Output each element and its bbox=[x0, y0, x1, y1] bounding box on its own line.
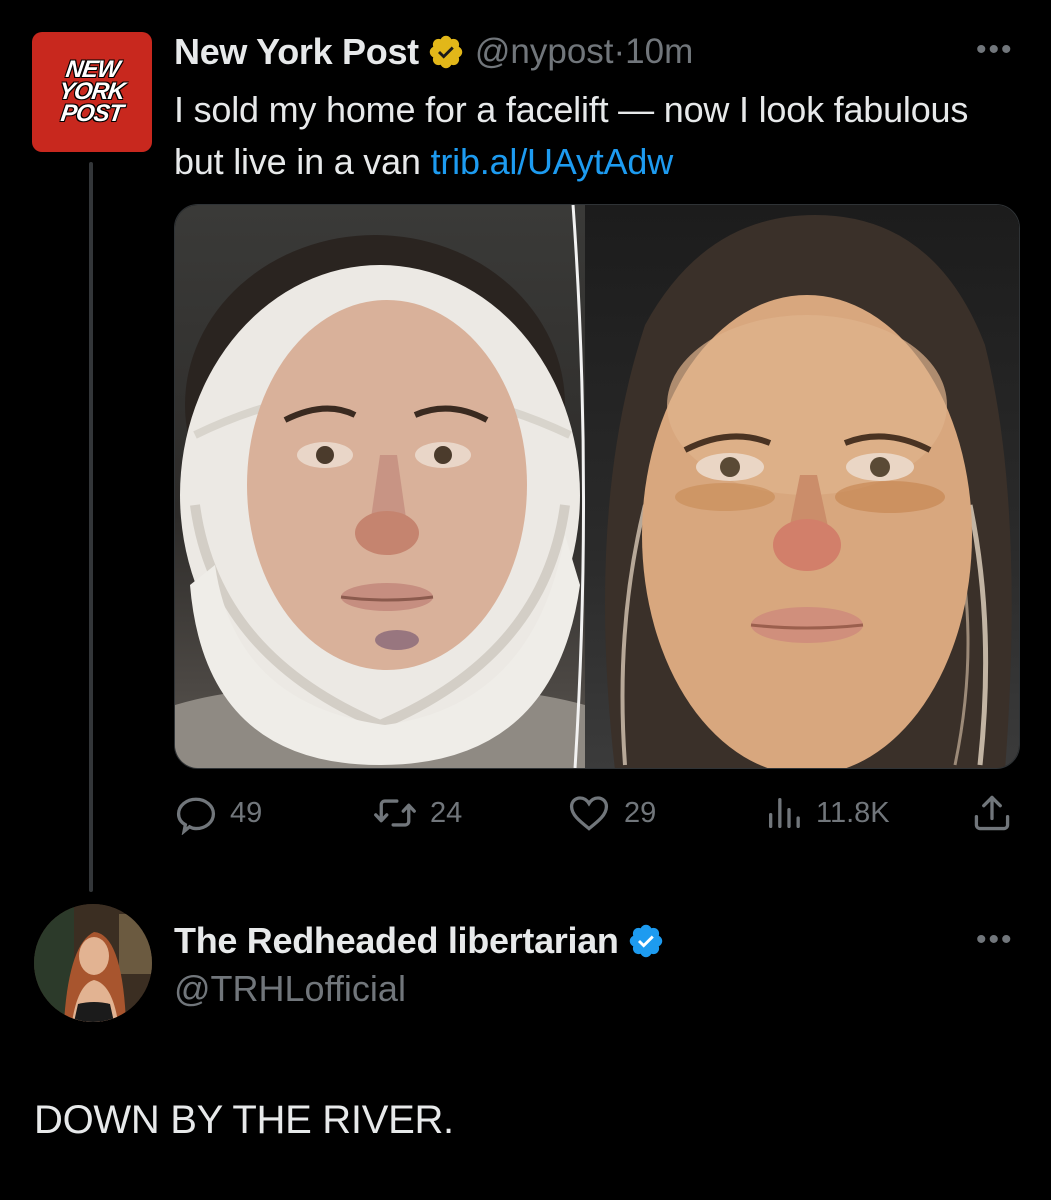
logo-text-line-3: POST bbox=[59, 100, 125, 127]
reply-button[interactable]: 49 bbox=[174, 786, 262, 840]
reply-bubble-icon bbox=[176, 797, 216, 835]
reply-author-name[interactable]: The Redheaded libertarian bbox=[174, 920, 619, 962]
like-button[interactable]: 29 bbox=[566, 786, 656, 840]
repost-count: 24 bbox=[430, 796, 463, 829]
photo-divider bbox=[571, 205, 586, 768]
author-name[interactable]: New York Post bbox=[174, 31, 419, 73]
more-options-icon[interactable]: ••• bbox=[976, 35, 1014, 65]
post-time: 10m bbox=[625, 32, 694, 71]
post-action-bar: 49 24 29 11.8K bbox=[174, 786, 1020, 840]
reply-count: 49 bbox=[230, 796, 263, 829]
thread-connector-line bbox=[89, 162, 93, 892]
reply-header: The Redheaded libertarian bbox=[174, 918, 665, 964]
gold-verified-badge-icon bbox=[429, 35, 463, 69]
photo-bandaged-face[interactable] bbox=[175, 205, 585, 768]
views-bars-icon bbox=[769, 798, 800, 828]
views-count: 11.8K bbox=[816, 796, 890, 829]
like-count: 29 bbox=[624, 796, 657, 829]
reply-text: DOWN BY THE RIVER. bbox=[34, 1098, 454, 1142]
post-text: I sold my home for a facelift — now I lo… bbox=[174, 89, 969, 182]
share-upload-icon bbox=[974, 795, 1010, 831]
heart-icon bbox=[569, 796, 609, 831]
reply-more-options-icon[interactable]: ••• bbox=[976, 925, 1014, 955]
post-link[interactable]: trib.al/UAytAdw bbox=[431, 141, 674, 182]
views-button[interactable]: 11.8K bbox=[764, 786, 890, 840]
avatar-new-york-post[interactable]: NEW YORK POST bbox=[32, 32, 152, 152]
author-handle[interactable]: @nypost·10m bbox=[475, 32, 693, 72]
post-header: New York Post @nypost·10m bbox=[174, 30, 693, 74]
avatar-redheaded-libertarian[interactable] bbox=[34, 904, 152, 1022]
photo-healed-face[interactable] bbox=[585, 205, 1019, 768]
share-button[interactable] bbox=[970, 786, 1026, 840]
repost-icon bbox=[374, 799, 416, 827]
blue-verified-badge-icon bbox=[629, 924, 662, 958]
repost-button[interactable]: 24 bbox=[372, 786, 462, 840]
reply-author-handle[interactable]: @TRHLofficial bbox=[174, 968, 406, 1010]
post-media[interactable] bbox=[174, 204, 1020, 769]
